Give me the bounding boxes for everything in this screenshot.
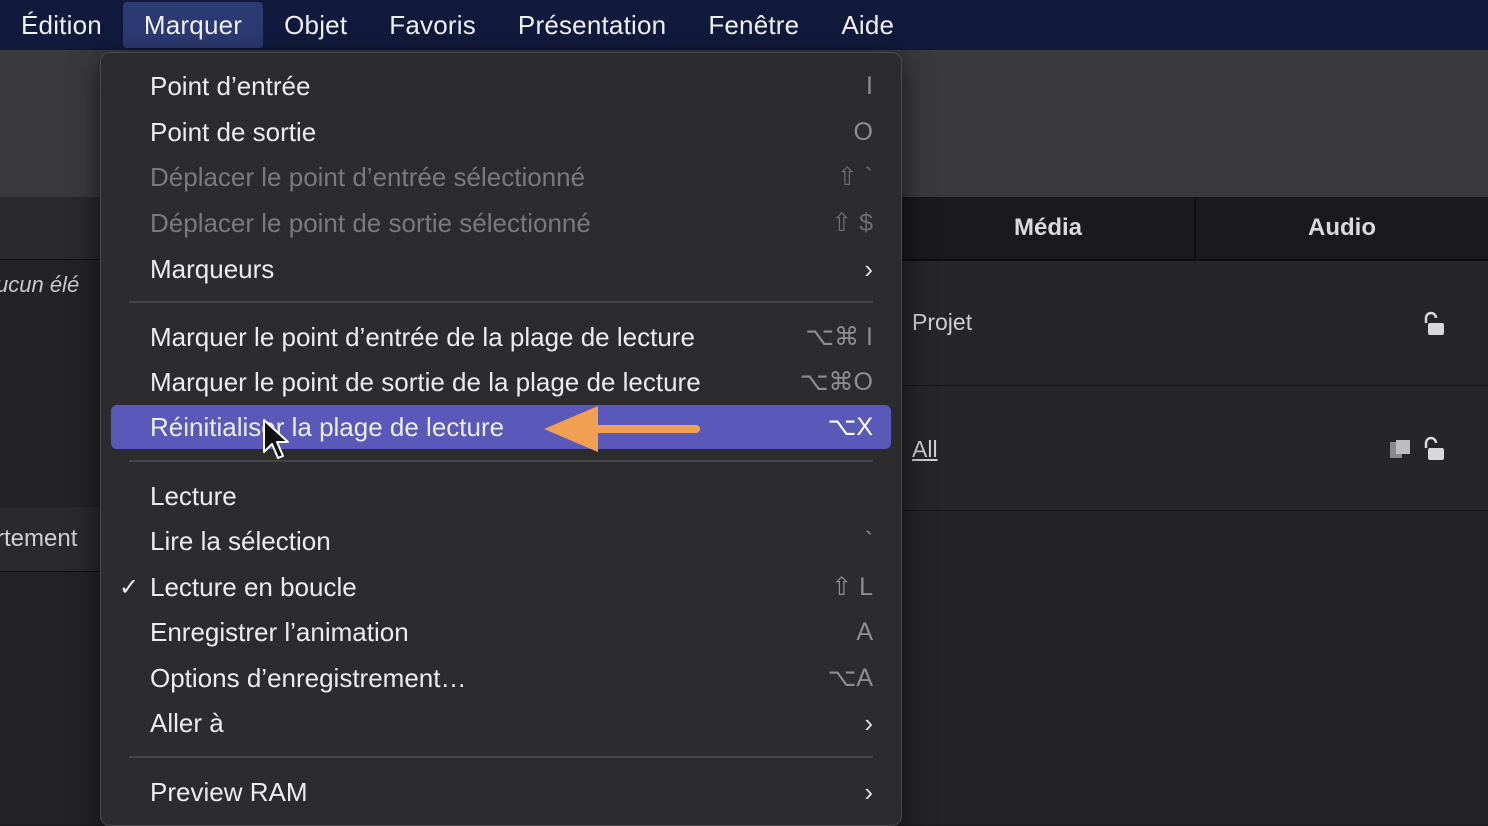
menu-item-options-enregistrement[interactable]: Options d’enregistrement… ⌥A — [111, 656, 891, 700]
menu-item-lecture-boucle[interactable]: ✓ Lecture en boucle ⇧ L — [111, 565, 891, 609]
menu-bar: Édition Marquer Objet Favoris Présentati… — [0, 0, 1488, 50]
menu-separator — [129, 756, 873, 758]
menu-item-shortcut: ⇧ ` — [836, 163, 873, 191]
menu-item-label: Enregistrer l’animation — [150, 616, 409, 647]
menu-item-label: Point de sortie — [150, 116, 317, 147]
unlock-icon[interactable] — [1422, 436, 1448, 462]
layer-icon[interactable] — [1388, 438, 1414, 462]
marquer-dropdown-menu: Point d’entrée I Point de sortie O Dépla… — [100, 52, 902, 826]
checkmark-icon: ✓ — [119, 573, 140, 601]
menu-item-lire-selection[interactable]: Lire la sélection ` — [111, 519, 891, 563]
menu-item-aller-a[interactable]: Aller à › — [111, 701, 891, 745]
chevron-right-icon: › — [864, 776, 873, 807]
annotation-arrow-icon — [544, 406, 700, 452]
menu-marquer[interactable]: Marquer — [122, 2, 264, 48]
menu-item-shortcut: ⇧ $ — [831, 209, 873, 237]
menu-item-deplacer-entree: Déplacer le point d’entrée sélectionné ⇧… — [111, 155, 891, 199]
menu-item-shortcut: I — [866, 71, 873, 100]
menu-item-marquer-entree-plage[interactable]: Marquer le point d’entrée de la plage de… — [111, 315, 891, 359]
menu-item-label: Aller à — [150, 707, 224, 738]
menu-objet[interactable]: Objet — [263, 0, 368, 50]
menu-item-deplacer-sortie: Déplacer le point de sortie sélectionné … — [111, 201, 891, 245]
menu-aide[interactable]: Aide — [820, 0, 915, 50]
layer-row-label[interactable]: All — [912, 436, 938, 463]
menu-item-shortcut: A — [856, 617, 873, 646]
menu-item-lecture[interactable]: Lecture — [111, 474, 891, 518]
menu-item-reinitialiser-plage[interactable]: Réinitialiser la plage de lecture ⌥X — [111, 405, 891, 449]
unlock-icon[interactable] — [1422, 311, 1448, 337]
menu-item-point-entree[interactable]: Point d’entrée I — [111, 64, 891, 108]
menu-separator — [129, 460, 873, 462]
chevron-right-icon: › — [864, 707, 873, 738]
layer-row-label: Projet — [912, 309, 973, 335]
menu-item-shortcut: ⌥A — [827, 664, 873, 692]
menu-favoris[interactable]: Favoris — [368, 0, 497, 50]
inspector-panel: Média Audio Projet All — [900, 197, 1488, 824]
menu-item-label: Marqueurs — [150, 253, 275, 284]
menu-item-label: Marquer le point de sortie de la plage d… — [150, 366, 701, 397]
menu-item-label: Preview RAM — [150, 776, 308, 807]
menu-item-label: Réinitialiser la plage de lecture — [150, 411, 505, 442]
layer-row-all[interactable]: All — [900, 386, 1488, 511]
inspector-tabs: Média Audio — [900, 197, 1488, 261]
menu-item-label: Lecture — [150, 480, 237, 511]
menu-item-label: Lecture en boucle — [150, 571, 357, 602]
mouse-cursor-icon — [263, 419, 289, 459]
menu-item-label: Options d’enregistrement… — [150, 662, 467, 693]
menu-fenetre[interactable]: Fenêtre — [687, 0, 820, 50]
menu-item-shortcut: O — [853, 117, 873, 146]
menu-item-shortcut: ⌥⌘O — [799, 368, 873, 396]
chevron-right-icon: › — [864, 253, 873, 284]
menu-edition[interactable]: Édition — [0, 0, 123, 50]
menu-separator — [129, 301, 873, 303]
left-panel: ucun élé rtement — [0, 197, 110, 824]
tab-media[interactable]: Média — [900, 197, 1194, 259]
menu-item-enregistrer-animation[interactable]: Enregistrer l’animation A — [111, 610, 891, 654]
menu-item-label: Marquer le point d’entrée de la plage de… — [150, 321, 695, 352]
layer-row-projet[interactable]: Projet — [900, 261, 1488, 386]
menu-item-label: Déplacer le point d’entrée sélectionné — [150, 161, 586, 192]
menu-item-point-sortie[interactable]: Point de sortie O — [111, 110, 891, 154]
menu-item-shortcut: ⇧ L — [831, 573, 873, 601]
menu-item-marqueurs[interactable]: Marqueurs › — [111, 247, 891, 291]
left-panel-header — [0, 197, 110, 260]
left-panel-section-label: rtement — [0, 525, 78, 552]
menu-item-label: Déplacer le point de sortie sélectionné — [150, 207, 591, 238]
menu-item-shortcut: ⌥X — [827, 413, 873, 441]
empty-placeholder-text: ucun élé — [0, 272, 80, 297]
menu-item-marquer-sortie-plage[interactable]: Marquer le point de sortie de la plage d… — [111, 360, 891, 404]
menu-presentation[interactable]: Présentation — [497, 0, 687, 50]
menu-item-preview-ram[interactable]: Preview RAM › — [111, 770, 891, 814]
menu-item-shortcut: ⌥⌘ I — [805, 323, 873, 351]
tab-audio[interactable]: Audio — [1194, 197, 1488, 259]
menu-item-label: Lire la sélection — [150, 525, 331, 556]
menu-item-label: Point d’entrée — [150, 70, 311, 101]
menu-item-shortcut: ` — [864, 526, 873, 555]
